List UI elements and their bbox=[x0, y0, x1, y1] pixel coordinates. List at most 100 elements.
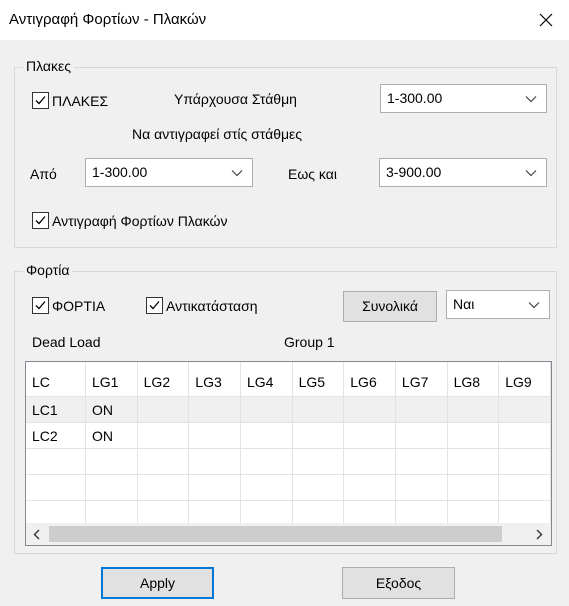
yes-value: Ναι bbox=[453, 296, 475, 312]
grid-cell[interactable] bbox=[240, 474, 293, 501]
plakes-legend: Πλακες bbox=[23, 58, 74, 74]
totals-button[interactable]: Συνολικά bbox=[343, 291, 437, 322]
copy-loads-checkbox[interactable]: Αντιγραφή Φορτίων Πλακών bbox=[32, 212, 227, 229]
table-row[interactable]: LC2 ON bbox=[26, 422, 551, 449]
copy-to-label: Να αντιγραφεί στίς στάθμες bbox=[132, 126, 303, 142]
scrollbar-thumb[interactable] bbox=[49, 526, 502, 542]
table-row[interactable]: LC1 ON bbox=[26, 396, 551, 423]
grid-header-cell: LG5 bbox=[292, 362, 345, 397]
to-level-value: 3-900.00 bbox=[386, 164, 442, 180]
grid-cell[interactable] bbox=[395, 448, 448, 475]
existing-level-value: 1-300.00 bbox=[387, 90, 443, 106]
check-icon bbox=[35, 96, 46, 105]
replace-checkbox-label: Αντικατάσταση bbox=[166, 297, 258, 314]
grid-cell[interactable] bbox=[343, 422, 396, 449]
from-level-select[interactable]: 1-300.00 bbox=[85, 158, 253, 187]
grid-cell[interactable] bbox=[26, 448, 86, 475]
grid-cell[interactable] bbox=[343, 448, 396, 475]
title-bar: Αντιγραφή Φορτίων - Πλακών bbox=[0, 0, 569, 40]
grid-cell[interactable] bbox=[188, 422, 241, 449]
grid-cell[interactable] bbox=[498, 474, 551, 501]
scroll-left-icon bbox=[33, 529, 40, 540]
chevron-down-icon bbox=[525, 170, 537, 177]
grid-cell[interactable] bbox=[343, 396, 396, 423]
table-row[interactable] bbox=[26, 474, 551, 501]
grid-cell[interactable] bbox=[240, 448, 293, 475]
grid-header-cell: LG2 bbox=[137, 362, 190, 397]
plakes-checkbox-label: ΠΛΑΚΕΣ bbox=[52, 92, 109, 109]
fortia-checkbox-box[interactable] bbox=[32, 297, 49, 314]
grid-cell[interactable] bbox=[447, 422, 500, 449]
grid-cell[interactable]: ON bbox=[85, 422, 138, 449]
grid-cell[interactable] bbox=[498, 396, 551, 423]
grid-header-cell: LG4 bbox=[240, 362, 293, 397]
grid-header-cell: LG3 bbox=[188, 362, 241, 397]
grid-cell[interactable] bbox=[447, 448, 500, 475]
grid-cell[interactable] bbox=[395, 396, 448, 423]
grid-cell[interactable] bbox=[498, 422, 551, 449]
grid-cell[interactable]: LC2 bbox=[26, 422, 86, 449]
grid-cell[interactable] bbox=[395, 422, 448, 449]
fortia-checkbox[interactable]: ΦΟΡΤΙΑ bbox=[32, 297, 105, 314]
grid-header-cell: LC bbox=[26, 362, 86, 397]
grid-cell[interactable] bbox=[292, 396, 345, 423]
from-level-value: 1-300.00 bbox=[92, 164, 148, 180]
grid-header-cell: LG6 bbox=[343, 362, 396, 397]
grid-cell[interactable] bbox=[498, 448, 551, 475]
grid-cell[interactable] bbox=[137, 422, 190, 449]
grid-cell[interactable] bbox=[240, 396, 293, 423]
load-table: LC LG1 LG2 LG3 LG4 LG5 LG6 LG7 LG8 LG9 L… bbox=[26, 362, 551, 527]
scroll-right-icon bbox=[536, 529, 543, 540]
apply-button[interactable]: Apply bbox=[101, 567, 214, 599]
grid-cell[interactable] bbox=[292, 422, 345, 449]
group-label: Group 1 bbox=[284, 334, 335, 350]
grid-cell[interactable]: LC1 bbox=[26, 396, 86, 423]
grid-cell[interactable] bbox=[85, 474, 138, 501]
close-button[interactable] bbox=[523, 0, 569, 40]
from-label: Από bbox=[30, 166, 57, 182]
grid-cell[interactable] bbox=[292, 474, 345, 501]
grid-cell[interactable] bbox=[343, 474, 396, 501]
plakes-checkbox[interactable]: ΠΛΑΚΕΣ bbox=[32, 92, 108, 109]
grid-cell[interactable] bbox=[240, 422, 293, 449]
check-icon bbox=[35, 301, 46, 310]
grid-header-cell: LG7 bbox=[395, 362, 448, 397]
chevron-down-icon bbox=[231, 170, 243, 177]
yes-select[interactable]: Ναι bbox=[446, 290, 550, 319]
grid-cell[interactable] bbox=[137, 448, 190, 475]
grid-cell[interactable] bbox=[292, 448, 345, 475]
check-icon bbox=[149, 301, 160, 310]
scroll-right-button[interactable] bbox=[529, 523, 551, 545]
to-label: Εως και bbox=[288, 166, 337, 182]
grid-cell[interactable] bbox=[447, 396, 500, 423]
existing-level-select[interactable]: 1-300.00 bbox=[380, 84, 547, 113]
dead-load-label: Dead Load bbox=[32, 334, 101, 350]
to-level-select[interactable]: 3-900.00 bbox=[379, 158, 547, 187]
fortia-legend: Φορτία bbox=[23, 262, 73, 278]
grid-cell[interactable] bbox=[137, 474, 190, 501]
grid-cell[interactable]: ON bbox=[85, 396, 138, 423]
grid-cell[interactable] bbox=[26, 474, 86, 501]
grid-cell[interactable] bbox=[137, 396, 190, 423]
grid-cell[interactable] bbox=[447, 474, 500, 501]
grid-header-cell: LG9 bbox=[498, 362, 551, 397]
exit-button[interactable]: Εξοδος bbox=[342, 567, 455, 599]
plakes-checkbox-box[interactable] bbox=[32, 92, 49, 109]
grid-cell[interactable] bbox=[188, 448, 241, 475]
grid-cell[interactable] bbox=[188, 474, 241, 501]
replace-checkbox[interactable]: Αντικατάσταση bbox=[146, 297, 258, 314]
replace-checkbox-box[interactable] bbox=[146, 297, 163, 314]
copy-loads-checkbox-box[interactable] bbox=[32, 212, 49, 229]
chevron-down-icon bbox=[525, 96, 537, 103]
grid-cell[interactable] bbox=[395, 474, 448, 501]
load-grid[interactable]: LC LG1 LG2 LG3 LG4 LG5 LG6 LG7 LG8 LG9 L… bbox=[25, 361, 552, 546]
scroll-left-button[interactable] bbox=[26, 523, 48, 545]
table-row[interactable] bbox=[26, 448, 551, 475]
grid-cell[interactable] bbox=[188, 396, 241, 423]
window-title: Αντιγραφή Φορτίων - Πλακών bbox=[9, 11, 207, 28]
existing-level-label: Υπάρχουσα Στάθμη bbox=[174, 91, 297, 107]
close-icon bbox=[539, 13, 553, 27]
horizontal-scrollbar[interactable] bbox=[26, 523, 551, 545]
fortia-checkbox-label: ΦΟΡΤΙΑ bbox=[52, 297, 106, 314]
grid-cell[interactable] bbox=[85, 448, 138, 475]
